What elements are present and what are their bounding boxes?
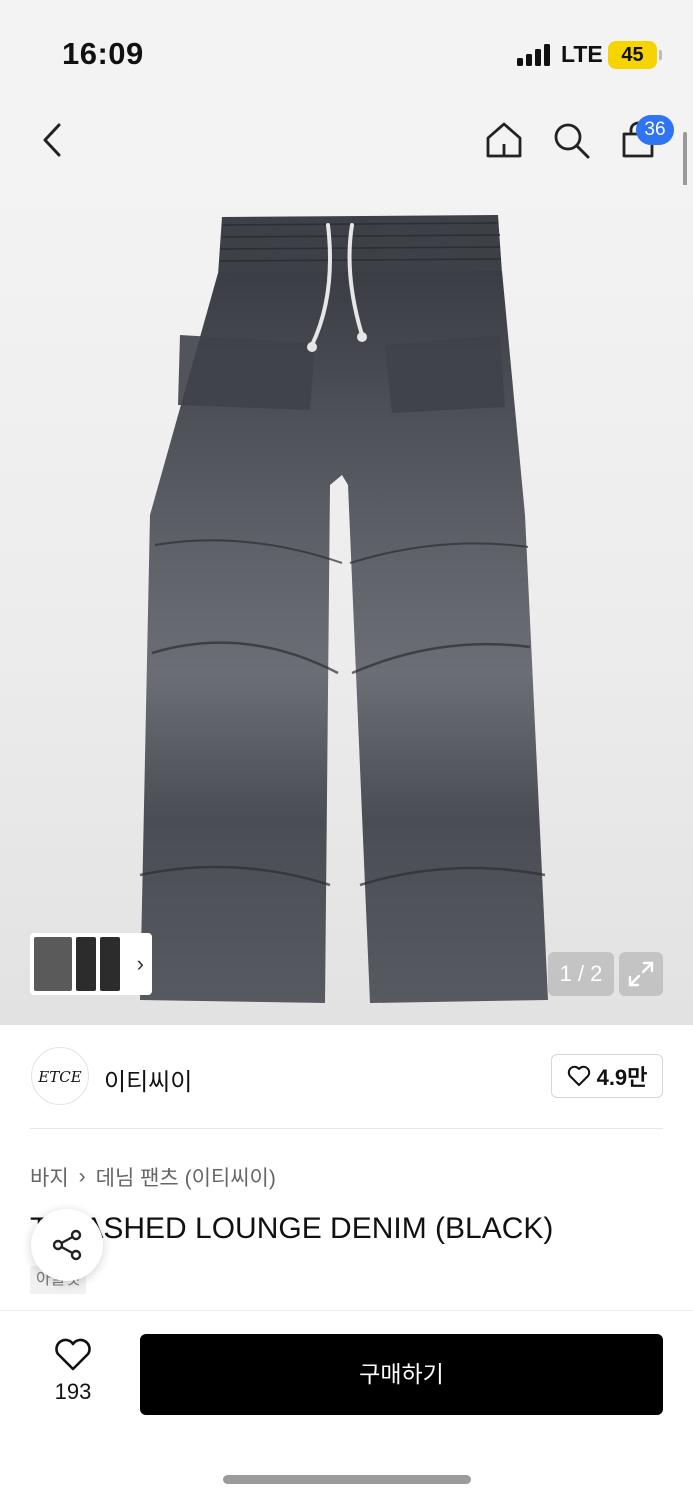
brand-like-button[interactable]: 4.9만	[551, 1054, 663, 1098]
share-icon	[52, 1229, 82, 1261]
nav-bar	[0, 100, 693, 185]
signal-icon	[517, 44, 553, 66]
divider	[30, 1128, 663, 1129]
home-indicator[interactable]	[223, 1475, 471, 1484]
battery-indicator: 45	[608, 41, 657, 69]
search-icon[interactable]	[549, 118, 593, 162]
image-counter: 1 / 2	[548, 952, 614, 996]
wishlist-button[interactable]: 193	[40, 1338, 106, 1410]
status-time: 16:09	[62, 36, 144, 71]
breadcrumb: 바지 › 데님 팬츠 (이티씨이)	[30, 1162, 276, 1192]
buy-button[interactable]: 구매하기	[140, 1334, 663, 1415]
battery-tip	[659, 50, 662, 60]
back-icon[interactable]	[30, 118, 74, 162]
chevron-right-icon: ›	[78, 1165, 86, 1188]
brand-name[interactable]: 이티씨이	[104, 1062, 192, 1097]
home-icon[interactable]	[482, 118, 526, 162]
heart-icon	[567, 1065, 590, 1086]
chevron-right-icon[interactable]: ›	[137, 951, 144, 977]
thumbnail-2[interactable]	[76, 937, 96, 991]
wishlist-count: 193	[54, 1379, 92, 1404]
breadcrumb-sub-category[interactable]: 데님 팬츠 (이티씨이)	[96, 1162, 276, 1192]
expand-icon[interactable]	[619, 952, 663, 996]
product-title: T WASHED LOUNGE DENIM (BLACK)	[30, 1212, 554, 1245]
share-button[interactable]	[31, 1209, 103, 1281]
product-image[interactable]	[0, 185, 693, 1025]
thumbnail-1[interactable]	[34, 937, 72, 991]
pants-illustration	[139, 215, 548, 1003]
breadcrumb-category[interactable]: 바지	[30, 1162, 69, 1192]
brand-logo[interactable]: ETCE	[31, 1047, 89, 1105]
status-bar: 16:09 LTE 45	[0, 0, 693, 100]
cart-count-badge[interactable]: 36	[636, 115, 674, 145]
thumbnail-strip[interactable]: ›	[30, 933, 152, 995]
brand-like-count: 4.9만	[596, 1065, 648, 1090]
network-label: LTE	[561, 41, 603, 67]
heart-icon	[55, 1338, 91, 1371]
thumbnail-3[interactable]	[100, 937, 120, 991]
